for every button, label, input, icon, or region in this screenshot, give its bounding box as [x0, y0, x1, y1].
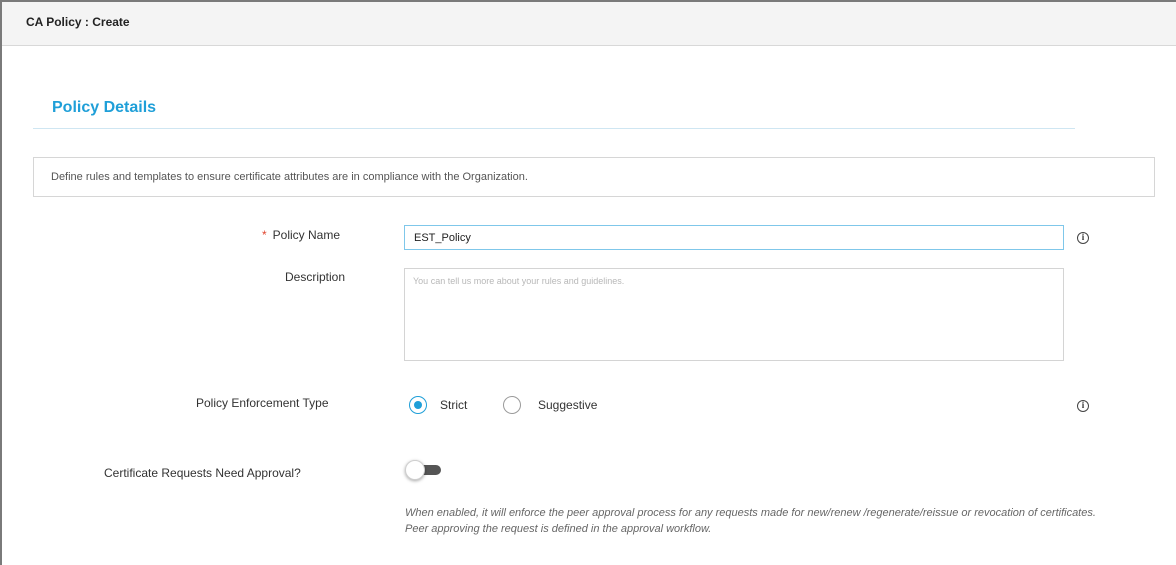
info-icon[interactable]: i: [1077, 400, 1089, 412]
radio-strict-label[interactable]: Strict: [440, 398, 467, 412]
radio-suggestive-label[interactable]: Suggestive: [538, 398, 597, 412]
approval-label: Certificate Requests Need Approval?: [104, 466, 301, 480]
radio-strict[interactable]: [409, 396, 427, 414]
required-marker: *: [262, 228, 267, 242]
enforcement-type-label: Policy Enforcement Type: [196, 396, 329, 410]
info-icon[interactable]: i: [1077, 232, 1089, 244]
approval-toggle[interactable]: [405, 460, 441, 480]
section-info-text: Define rules and templates to ensure cer…: [51, 171, 528, 183]
description-label: Description: [285, 270, 346, 284]
section-title: Policy Details: [52, 99, 157, 116]
policy-name-input[interactable]: [404, 225, 1064, 250]
window-title: CA Policy : Create: [26, 15, 130, 29]
approval-hint-text: When enabled, it will enforce the peer a…: [405, 507, 1096, 535]
section-info-box: Define rules and templates to ensure cer…: [33, 157, 1155, 197]
policy-name-label-text: Policy Name: [272, 228, 341, 242]
title-bar: CA Policy : Create: [2, 2, 1176, 46]
radio-suggestive[interactable]: [503, 396, 521, 414]
policy-name-label: * Policy Name: [262, 228, 340, 242]
description-textarea[interactable]: [404, 268, 1064, 361]
section-divider: [33, 128, 1075, 129]
toggle-knob: [405, 460, 425, 480]
